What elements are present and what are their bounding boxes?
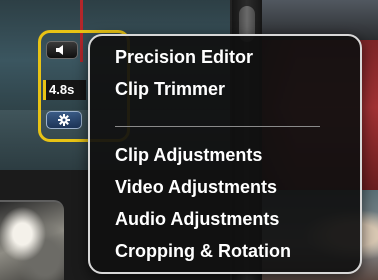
speaker-icon <box>56 45 63 55</box>
timeline-view: 4.8s Precision Editor Clip Trimmer Clip … <box>0 0 378 280</box>
menu-item-clip-trimmer[interactable]: Clip Trimmer <box>115 78 225 100</box>
menu-item-audio-adjustments[interactable]: Audio Adjustments <box>115 208 279 230</box>
clip-thumbnail[interactable] <box>0 200 64 280</box>
clip-settings-button[interactable] <box>46 111 82 129</box>
menu-separator <box>115 126 320 127</box>
menu-item-video-adjustments[interactable]: Video Adjustments <box>115 176 277 198</box>
clip-context-menu: Precision Editor Clip Trimmer Clip Adjus… <box>88 34 362 274</box>
clip-volume-button[interactable] <box>46 41 78 59</box>
menu-item-cropping-rotation[interactable]: Cropping & Rotation <box>115 240 291 262</box>
gear-icon <box>58 114 70 126</box>
menu-item-clip-adjustments[interactable]: Clip Adjustments <box>115 144 262 166</box>
menu-item-precision-editor[interactable]: Precision Editor <box>115 46 253 68</box>
clip-duration-label: 4.8s <box>43 80 86 100</box>
